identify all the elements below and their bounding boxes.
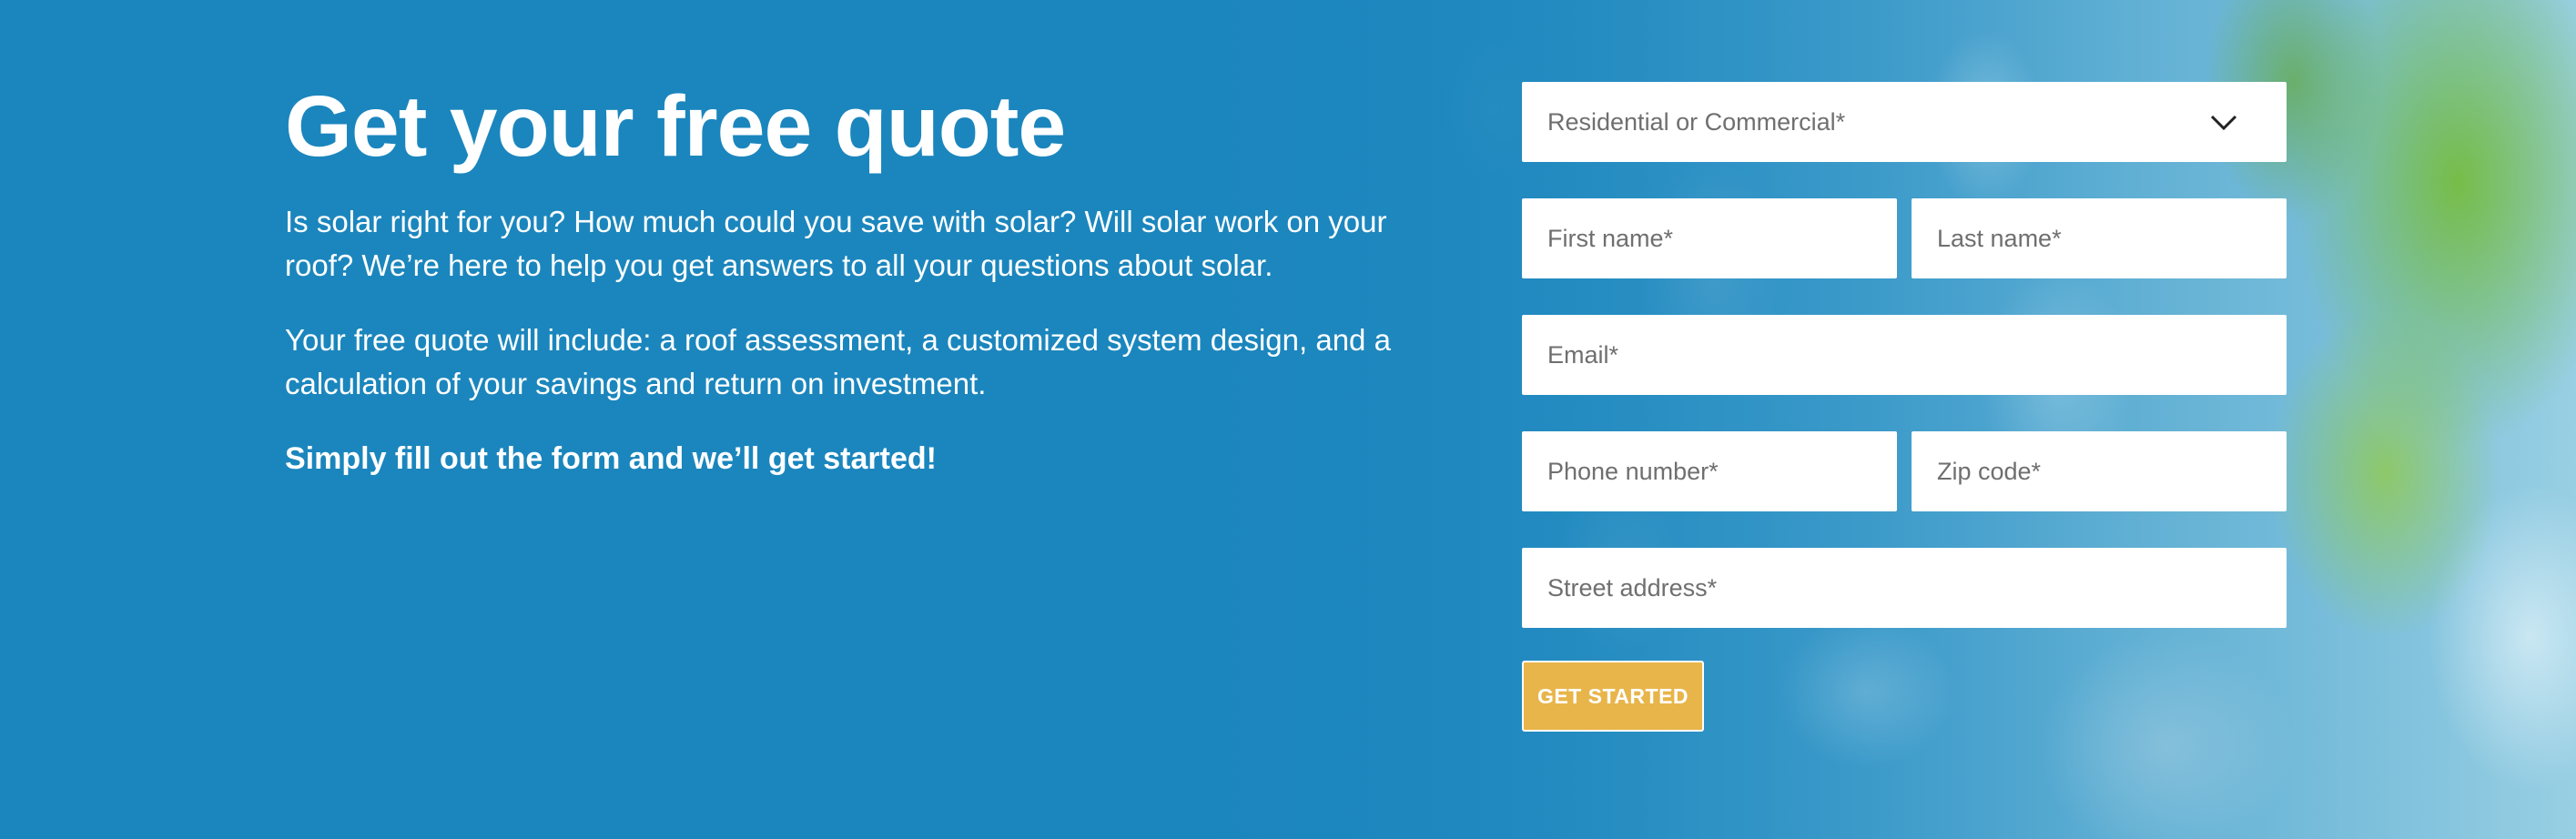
email-field-wrapper	[1522, 315, 2287, 395]
form-instructions: Simply fill out the form and we’ll get s…	[285, 441, 937, 476]
quote-form: Residential or Commercial* First name* L…	[1522, 82, 2287, 732]
get-started-button[interactable]: GET STARTED	[1522, 661, 1704, 732]
email-field[interactable]	[1522, 315, 2287, 395]
quote-includes-paragraph: Your free quote will include: a roof ass…	[285, 323, 1391, 400]
zip-field-wrapper	[1912, 431, 2287, 511]
property-type-select[interactable]: Residential or Commercial*	[1522, 82, 2287, 162]
chevron-down-icon	[2210, 115, 2237, 131]
first-name-field[interactable]	[1522, 198, 1897, 278]
property-type-placeholder: Residential or Commercial*	[1547, 107, 1846, 136]
street-address-field-wrapper	[1522, 548, 2287, 628]
last-name-field[interactable]	[1912, 198, 2287, 278]
street-address-field[interactable]	[1522, 548, 2287, 628]
name-row	[1522, 198, 2287, 315]
page-title: Get your free quote	[285, 78, 1066, 175]
contact-row	[1522, 431, 2287, 548]
quote-hero: Get your free quote Is solar right for y…	[0, 0, 2576, 839]
intro-paragraph: Is solar right for you? How much could y…	[285, 205, 1387, 282]
last-name-field-wrapper	[1912, 198, 2287, 278]
phone-field-wrapper	[1522, 431, 1897, 511]
phone-field[interactable]	[1522, 431, 1897, 511]
hero-copy: Get your free quote Is solar right for y…	[285, 76, 1432, 480]
first-name-field-wrapper	[1522, 198, 1897, 278]
zip-field[interactable]	[1912, 431, 2287, 511]
